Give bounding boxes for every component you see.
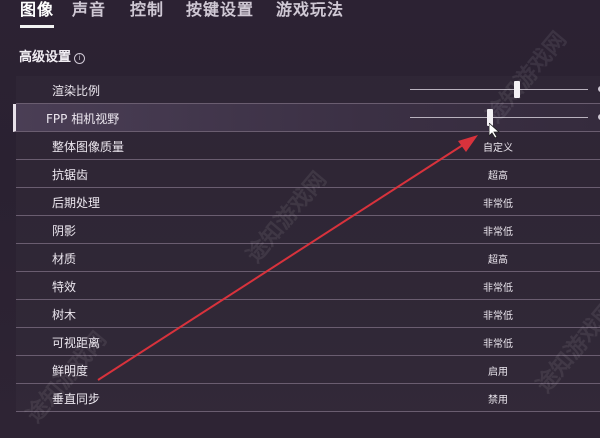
mouse-cursor-icon: [489, 123, 501, 139]
annotation-arrow: [97, 135, 478, 381]
annotation-arrow-line: [97, 142, 467, 381]
annotation-arrow-head: [458, 135, 478, 152]
